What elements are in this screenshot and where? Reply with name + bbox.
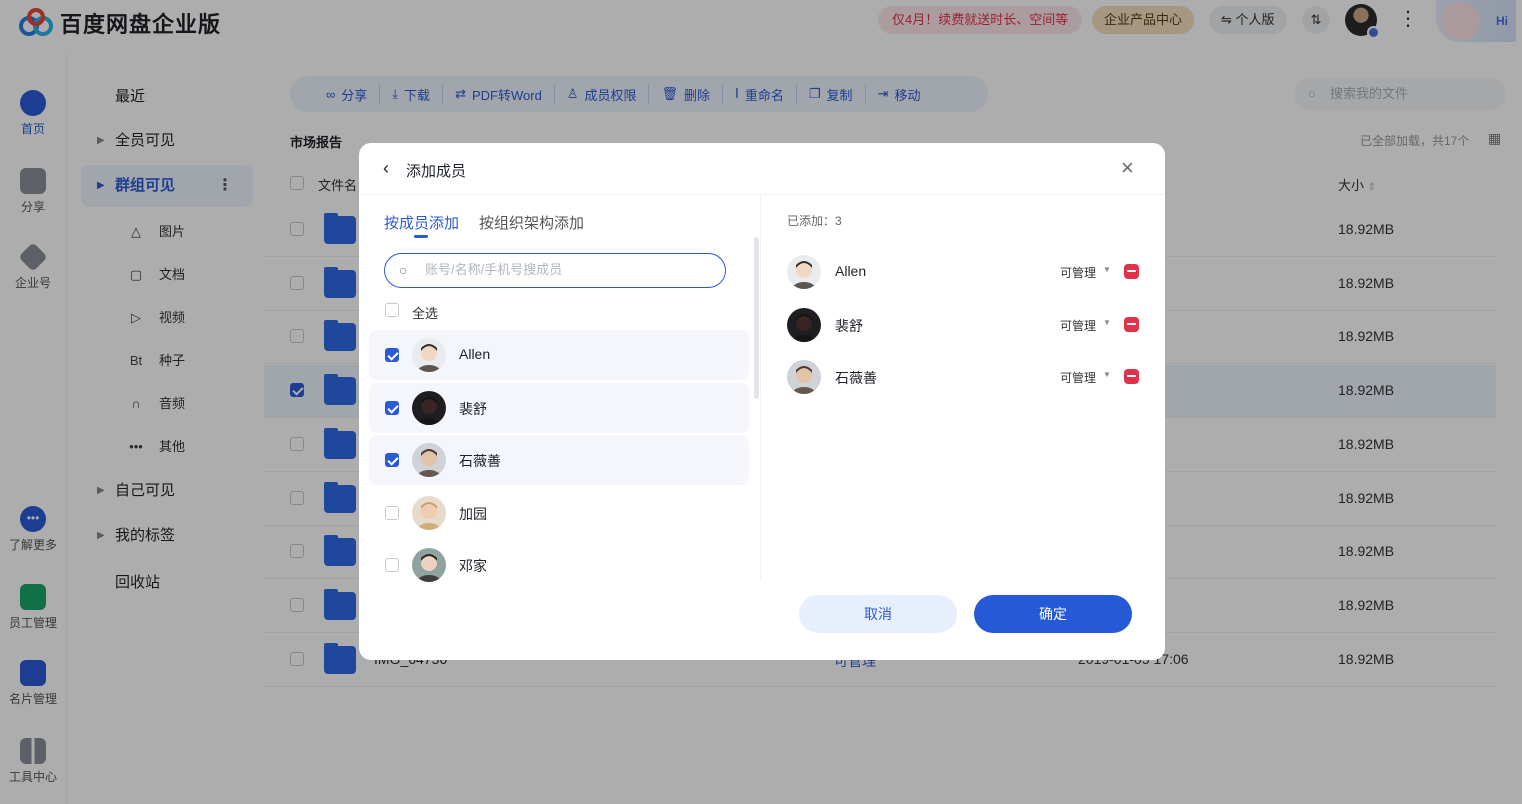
avatar [412,495,446,530]
tab-by-member[interactable]: 按成员添加 [384,212,459,233]
member-name: Allen [459,346,491,362]
cancel-button[interactable]: 取消 [799,595,957,633]
added-member-name: 石薇善 [835,370,877,386]
added-count: 已添加：3 [787,214,842,228]
avatar [412,548,446,582]
tab-indicator [414,235,428,238]
avatar [787,255,821,289]
dialog-header: ‹ 添加成员 × [359,143,1165,195]
added-member-name: Allen [835,263,867,279]
member-checkbox[interactable] [385,505,399,520]
remove-member-icon[interactable] [1124,369,1139,384]
select-all-label: 全选 [412,306,439,321]
avatar [412,390,446,425]
dialog-title: 添加成员 [406,163,467,180]
added-member-name: 裴舒 [835,317,863,334]
avatar [787,307,821,342]
select-all-members-checkbox[interactable] [385,303,399,317]
search-icon: ○ [399,262,408,278]
member-search-placeholder: 账号/名称/手机号搜成员 [425,262,563,277]
member-name: 邓家 [459,558,487,574]
member-row[interactable]: Allen [369,330,749,380]
member-checkbox[interactable] [385,558,399,572]
member-checkbox[interactable] [385,453,399,467]
caret-down-icon[interactable]: ▼ [1103,370,1111,379]
role-dropdown[interactable]: 可管理 [1060,264,1096,281]
confirm-button[interactable]: 确定 [974,595,1132,633]
member-name: 裴舒 [459,400,487,417]
avatar [412,443,446,477]
member-name: 加园 [459,505,487,522]
avatar [787,360,821,394]
caret-down-icon[interactable]: ▼ [1103,265,1111,274]
role-dropdown[interactable]: 可管理 [1060,317,1096,334]
member-search-input[interactable]: ○ 账号/名称/手机号搜成员 [384,253,726,288]
tab-by-org[interactable]: 按组织架构添加 [479,212,584,233]
added-member-row: 裴舒 可管理 ▼ [787,307,1139,344]
caret-down-icon[interactable]: ▼ [1103,318,1111,327]
add-member-dialog: ‹ 添加成员 × 按成员添加 按组织架构添加 ○ 账号/名称/手机号搜成员 全选 … [359,143,1165,660]
role-dropdown[interactable]: 可管理 [1060,369,1096,386]
avatar [412,338,446,372]
back-chevron-icon[interactable]: ‹ [383,158,389,178]
member-row[interactable]: 石薇善 [369,435,749,485]
member-row[interactable]: 邓家 [369,540,749,590]
remove-member-icon[interactable] [1124,316,1139,332]
remove-member-icon[interactable] [1124,264,1139,279]
close-icon[interactable]: × [1121,156,1134,180]
member-checkbox[interactable] [385,400,399,415]
added-member-row: Allen 可管理 ▼ [787,255,1139,291]
added-member-row: 石薇善 可管理 ▼ [787,360,1139,396]
member-picker-pane: 按成员添加 按组织架构添加 ○ 账号/名称/手机号搜成员 全选 Allen 裴舒石薇… [359,195,761,582]
member-row[interactable]: 裴舒 [369,382,749,433]
member-list-scrollbar[interactable] [754,237,759,399]
member-checkbox[interactable] [385,348,399,362]
member-row[interactable]: 加园 [369,488,749,538]
added-members-pane: 已添加：3 Allen 可管理 ▼ 裴舒 可管理 ▼ 石薇善 可管理 ▼ [761,195,1165,580]
member-name: 石薇善 [459,453,501,469]
